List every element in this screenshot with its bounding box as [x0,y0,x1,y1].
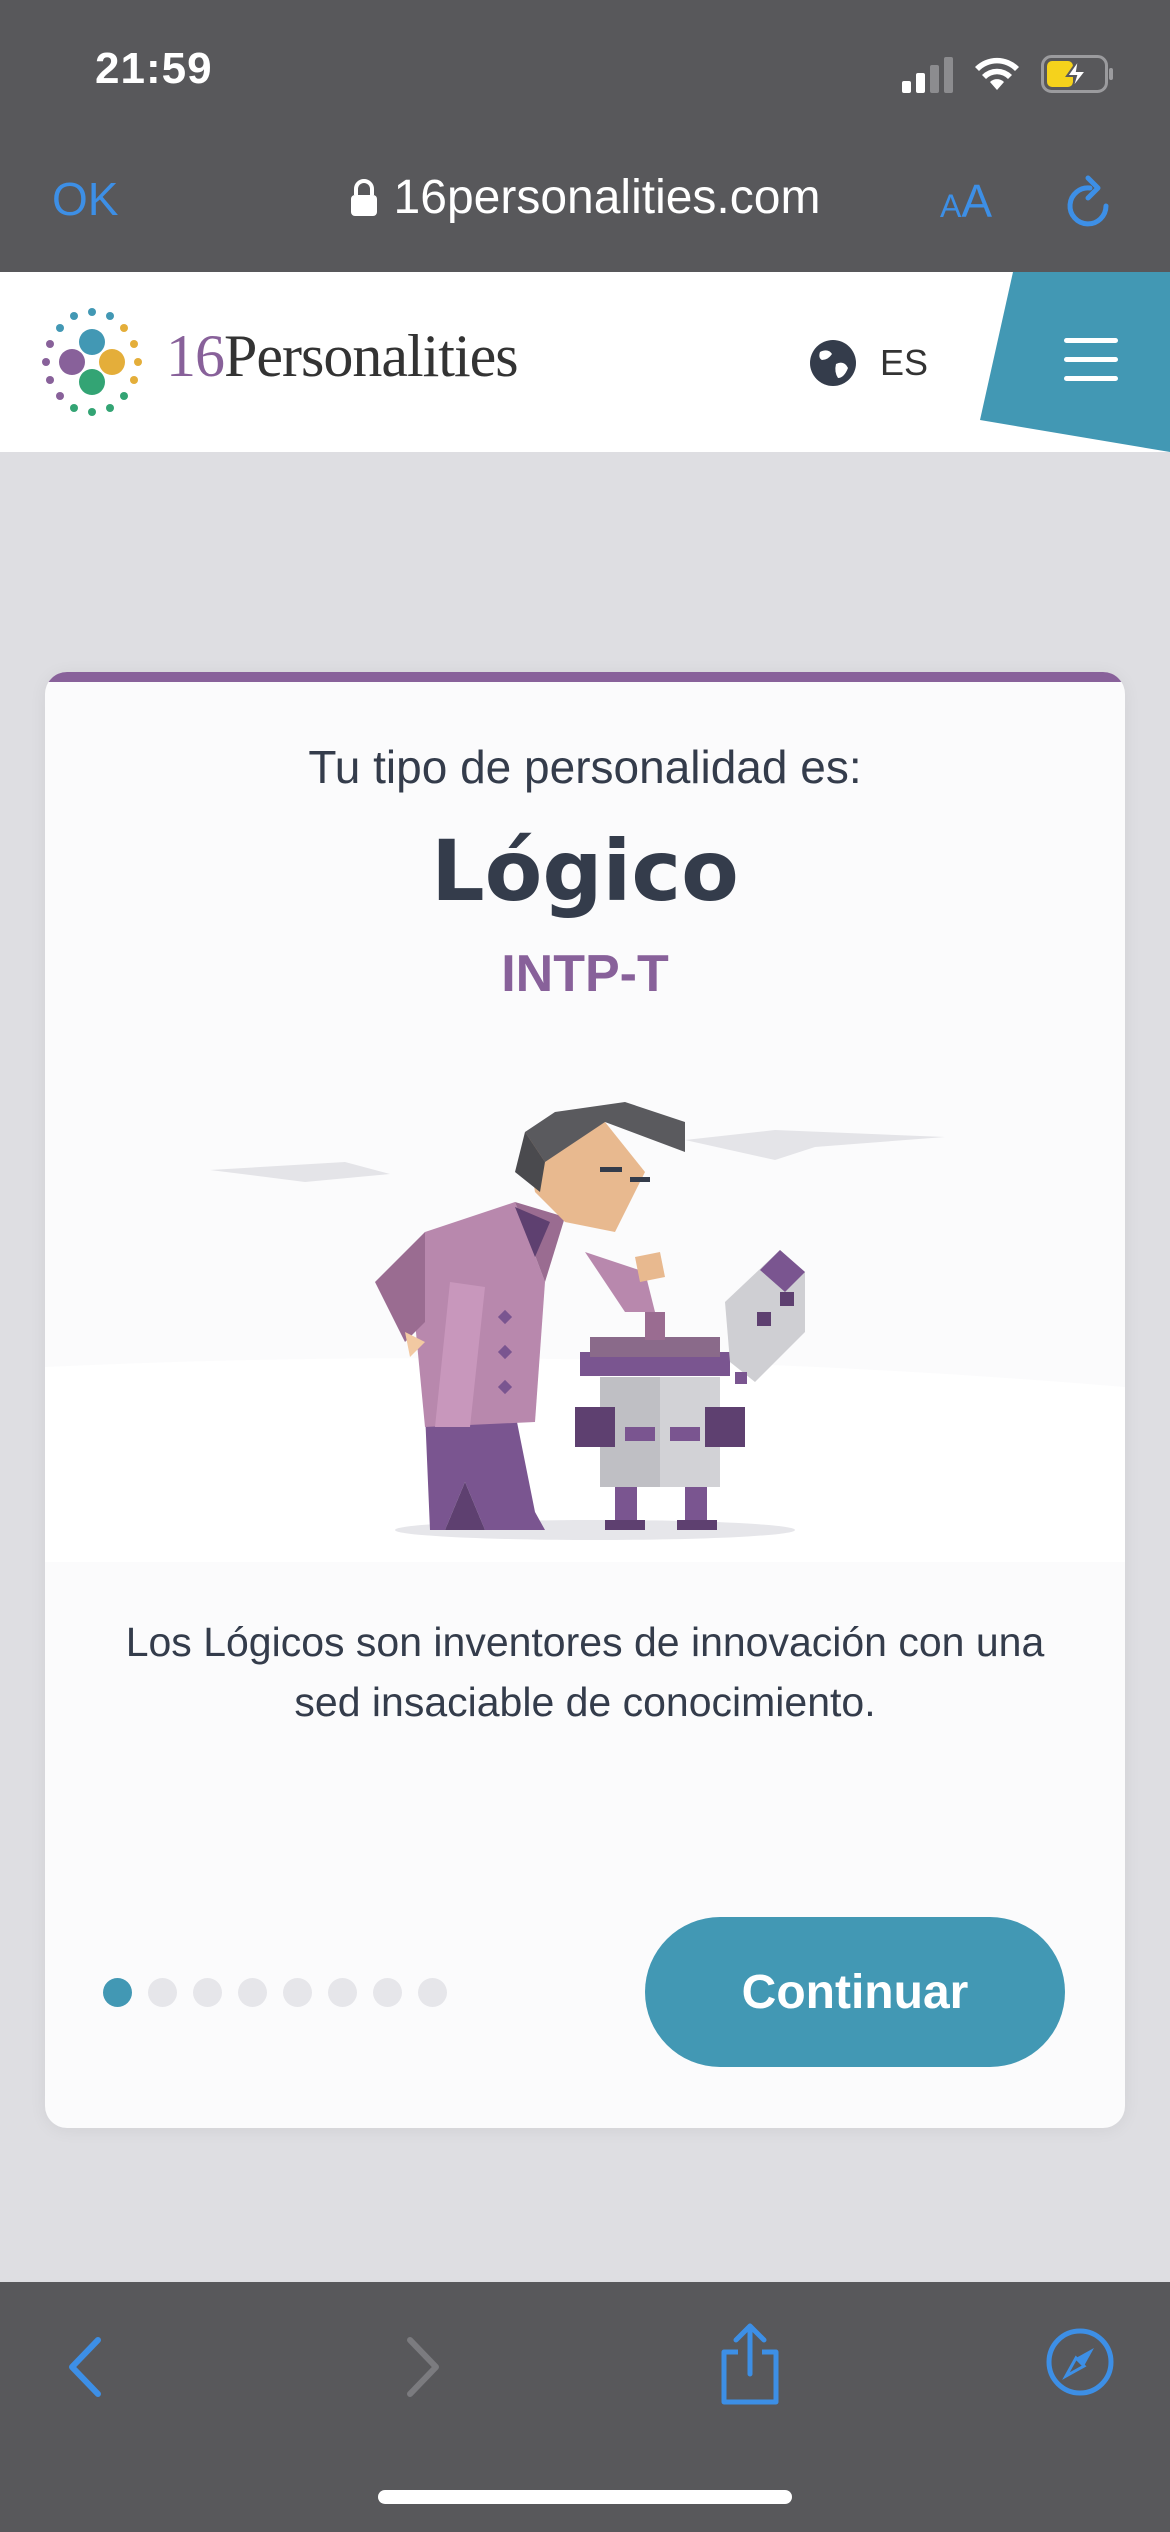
url-field[interactable]: 16personalities.com [0,170,1170,225]
pagination-dots [103,1978,447,2007]
continue-button[interactable]: Continuar [645,1917,1065,2067]
site-header: 16Personalities ES [0,272,1170,452]
pagination-dot [418,1978,447,2007]
brand-name[interactable]: 16Personalities [166,322,519,391]
share-icon[interactable] [716,2322,784,2406]
compass-icon[interactable] [1044,2326,1116,2398]
pagination-dot [328,1978,357,2007]
language-selector[interactable]: ES [808,338,928,388]
pagination-dot [283,1978,312,2007]
intro-text: Tu tipo de personalidad es: [308,741,862,793]
battery-charging-icon [1041,55,1113,93]
type-description: Los Lógicos son inventores de innovación… [125,1619,1045,1725]
status-time: 21:59 [95,44,213,93]
system-icons [902,52,1115,96]
pagination-dot [238,1978,267,2007]
home-indicator [378,2490,792,2504]
personality-type-name: Lógico [431,822,739,920]
language-code: ES [880,342,929,383]
lock-icon [350,179,377,216]
pagination-dot [373,1978,402,2007]
browser-address-bar: OK 16personalities.com AA [0,150,1170,272]
reload-icon[interactable] [1062,174,1118,234]
logo-dots-icon[interactable] [34,304,150,420]
card-accent-bar [45,672,1125,682]
url-text: 16personalities.com [393,171,821,224]
text-size-button[interactable]: AA [940,174,992,228]
forward-icon[interactable] [396,2332,446,2402]
logician-illustration [45,1102,1125,1562]
wifi-icon [975,57,1019,90]
pagination-dot [193,1978,222,2007]
pagination-dot-active [103,1978,132,2007]
status-bar: 21:59 [0,0,1170,150]
hamburger-menu-icon[interactable] [1064,338,1118,395]
back-icon[interactable] [62,2332,112,2402]
cellular-signal-icon [902,55,953,93]
result-card: Tu tipo de personalidad es: Lógico INTP-… [45,672,1125,2128]
globe-icon [810,340,856,386]
pagination-dot [148,1978,177,2007]
personality-type-code: INTP-T [501,945,669,1003]
